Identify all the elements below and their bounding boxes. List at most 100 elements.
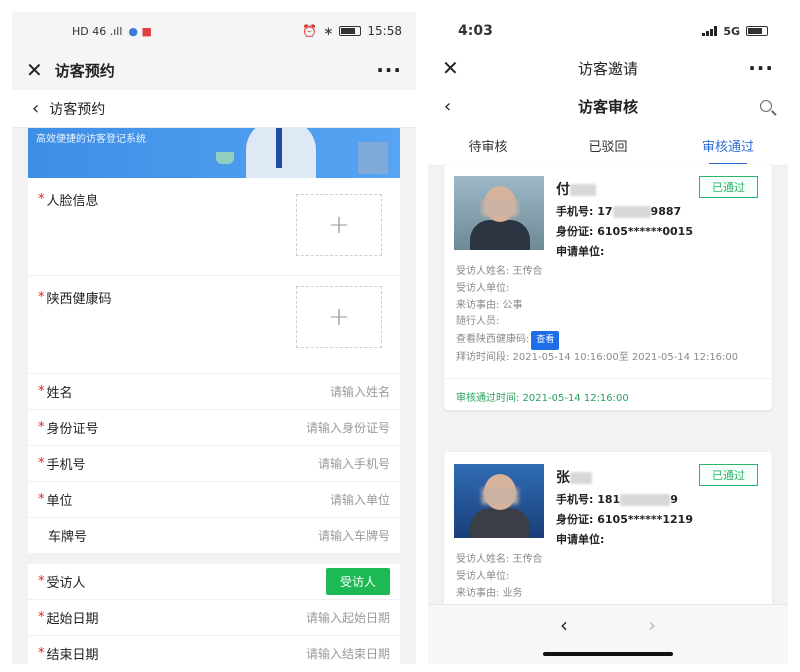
view-health-code-button[interactable]: 查看 — [531, 331, 560, 350]
close-icon[interactable]: ✕ — [26, 58, 43, 82]
name-row[interactable]: * 姓名 请输入姓名 — [28, 374, 400, 410]
visitee-row: * 受访人 受访人 — [28, 564, 400, 600]
companions: 随行人员: — [456, 316, 500, 328]
required-mark: * — [38, 456, 45, 471]
plate-label: 车牌号 — [48, 530, 88, 545]
visitor-unit: 申请单位: — [556, 245, 605, 258]
approved-time: 审核通过时间: 2021-05-14 12:16:00 — [444, 378, 772, 414]
visitor-card[interactable]: 付 手机号: 17 9887 身份证: 6105******0015 申请单位: … — [444, 164, 772, 410]
section-divider — [28, 554, 400, 564]
visitor-card[interactable]: 张 手机号: 181 9 身份证: 6105******1219 申请单位: 已通… — [444, 452, 772, 612]
phone-input[interactable]: 请输入手机号 — [318, 455, 390, 472]
redaction-mask — [612, 206, 651, 218]
tie-illustration — [276, 128, 282, 168]
end-date-input[interactable]: 请输入结束日期 — [306, 645, 390, 662]
forward-arrow-icon[interactable]: › — [648, 613, 656, 664]
page-title: 访客预约 — [49, 101, 106, 118]
signal-indicator: HD 46 .ıll — [72, 24, 123, 38]
host-name: 受访人姓名: 王传合 — [456, 266, 543, 277]
visitor-name: 张 — [556, 470, 570, 486]
company-row[interactable]: * 单位 请输入单位 — [28, 482, 400, 518]
visitor-phone-prefix: 手机号: 17 — [556, 205, 613, 218]
required-mark: * — [38, 290, 45, 305]
visit-details: 受访人姓名: 王传合 受访人单位: 来访事由: 业务 — [456, 552, 543, 602]
visitor-id: 身份证: 6105******0015 — [556, 225, 693, 238]
visitor-unit: 申请单位: — [556, 533, 605, 546]
visitor-phone-suffix: 9 — [670, 493, 678, 506]
status-badge: 已通过 — [699, 464, 758, 486]
end-date-label: 结束日期 — [46, 648, 99, 663]
required-mark: * — [38, 384, 45, 399]
visit-reason: 来访事由: 业务 — [456, 587, 523, 599]
health-code-row: * 陕西健康码 + — [28, 276, 400, 374]
visitor-photo — [454, 176, 544, 250]
id-number-input[interactable]: 请输入身份证号 — [306, 419, 390, 436]
start-date-input[interactable]: 请输入起始日期 — [306, 609, 390, 626]
health-code-upload-button[interactable]: + — [296, 286, 382, 348]
visitor-phone-suffix: 9887 — [650, 205, 682, 218]
back-chevron-icon[interactable]: ‹ — [32, 98, 39, 119]
tab-rejected[interactable]: 已驳回 — [548, 126, 668, 165]
visit-period: 拜访时间段: 2021-05-14 10:16:00至 2021-05-14 1… — [456, 351, 739, 363]
health-code-label: 陕西健康码 — [46, 292, 112, 307]
face-info-row: * 人脸信息 + — [28, 178, 400, 276]
face-info-label: 人脸信息 — [46, 194, 99, 209]
start-date-row[interactable]: * 起始日期 请输入起始日期 — [28, 600, 400, 636]
back-arrow-icon[interactable]: ‹ — [560, 613, 568, 664]
redaction-mask — [620, 494, 671, 506]
visit-reason: 来访事由: 公事 — [456, 299, 523, 311]
plate-row[interactable]: 车牌号 请输入车牌号 — [28, 518, 400, 554]
visitor-photo — [454, 464, 544, 538]
visitor-name: 付 — [556, 182, 570, 198]
company-input[interactable]: 请输入单位 — [330, 491, 390, 508]
plus-icon: + — [328, 302, 350, 332]
name-input[interactable]: 请输入姓名 — [330, 383, 390, 400]
select-visitee-button[interactable]: 受访人 — [325, 568, 390, 595]
app-title: 访客预约 — [54, 61, 115, 80]
name-label: 姓名 — [46, 386, 73, 401]
id-number-row[interactable]: * 身份证号 请输入身份证号 — [28, 410, 400, 446]
required-mark: * — [38, 574, 45, 589]
search-icon[interactable] — [760, 100, 772, 112]
id-number-label: 身份证号 — [46, 422, 99, 437]
visitor-id: 身份证: 6105******1219 — [556, 513, 693, 526]
app-bar: ✕ 访客邀请 ··· — [428, 50, 788, 86]
home-indicator[interactable] — [543, 652, 673, 656]
app-bar: ✕ 访客预约 ··· — [12, 50, 416, 90]
building-illustration — [358, 142, 388, 174]
face-upload-button[interactable]: + — [296, 194, 382, 256]
host-unit: 受访人单位: — [456, 282, 510, 294]
cup-illustration — [216, 152, 234, 164]
tab-pending[interactable]: 待审核 — [428, 126, 548, 165]
battery-icon — [746, 26, 768, 36]
page-header: ‹ 访客预约 — [12, 90, 416, 128]
tab-approved[interactable]: 审核通过 — [668, 126, 788, 165]
back-chevron-icon[interactable]: ‹ — [444, 96, 451, 117]
network-type: 5G — [723, 24, 740, 38]
page-header: ‹ 访客审核 — [428, 86, 788, 126]
bluetooth-icon: ∗ — [323, 24, 334, 38]
required-mark: * — [38, 646, 45, 661]
right-phone-screen: 4:03 5G ✕ 访客邀请 ··· ‹ 访客审核 待审核 已驳回 审核通过 付… — [428, 12, 788, 664]
start-date-label: 起始日期 — [46, 612, 99, 627]
plus-icon: + — [328, 210, 350, 240]
phone-row[interactable]: * 手机号 请输入手机号 — [28, 446, 400, 482]
status-bar: HD 46 .ıll ● ■ ⏰ ∗ 15:58 — [12, 12, 416, 50]
required-mark: * — [38, 492, 45, 507]
signal-icon — [702, 26, 718, 36]
close-icon[interactable]: ✕ — [442, 56, 459, 80]
status-bar: 4:03 5G — [428, 12, 788, 50]
alarm-icon: ⏰ — [302, 24, 318, 38]
more-options-icon[interactable]: ··· — [748, 56, 774, 80]
visitee-label: 受访人 — [46, 576, 86, 591]
end-date-row[interactable]: * 结束日期 请输入结束日期 — [28, 636, 400, 664]
phone-label: 手机号 — [46, 458, 86, 473]
clock: 15:58 — [367, 24, 402, 38]
company-label: 单位 — [46, 494, 73, 509]
more-options-icon[interactable]: ··· — [376, 58, 402, 82]
left-phone-screen: HD 46 .ıll ● ■ ⏰ ∗ 15:58 ✕ 访客预约 ··· ‹ 访客… — [12, 12, 416, 664]
banner-text: 高效便捷的访客登记系统 — [36, 134, 146, 145]
app-notification-icons: ● ■ — [128, 24, 152, 38]
host-name: 受访人姓名: 王传合 — [456, 554, 543, 565]
plate-input[interactable]: 请输入车牌号 — [318, 527, 390, 544]
